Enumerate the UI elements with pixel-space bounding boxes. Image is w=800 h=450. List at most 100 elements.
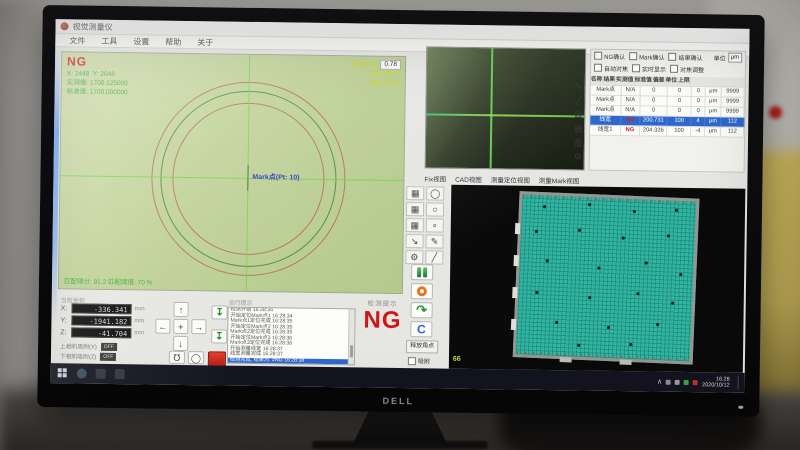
drop-to-position-button-2[interactable]: ↧ <box>211 329 227 343</box>
checkbox-box[interactable] <box>594 64 602 72</box>
ellipse-tool-icon[interactable]: ◯ <box>426 186 444 200</box>
view-tab[interactable]: 测量Mark视图 <box>539 174 580 185</box>
adsorb-checkbox[interactable]: 吸附 <box>408 356 434 365</box>
checkbox-box[interactable] <box>670 65 678 73</box>
close-icon[interactable]: × <box>572 66 586 78</box>
network-icon[interactable] <box>675 379 680 384</box>
map-dot <box>535 230 538 233</box>
jog-left-button[interactable]: ← <box>155 319 170 334</box>
redo-button[interactable]: ↷ <box>411 302 433 318</box>
start-button[interactable] <box>58 368 68 378</box>
adsorb-x-toggle[interactable]: 上相机吸附(X) OFF <box>60 341 117 351</box>
toggle-label: 上相机吸附(X) <box>60 341 97 351</box>
emergency-stop-soft-button[interactable] <box>208 351 226 366</box>
map-dot <box>543 205 546 208</box>
log-list[interactable]: 检测开始 16:28:34开始定位Mark点1 16:28:34Mark点1定位… <box>227 307 356 366</box>
table-row[interactable]: 线宽1NG204.326100-4μm112 <box>590 126 744 138</box>
log-scrollbar-thumb[interactable] <box>350 345 353 357</box>
show-desktop-button[interactable] <box>738 376 739 390</box>
confirm-checkbox[interactable]: NG确认 <box>594 51 625 60</box>
jog-up-button[interactable]: ↑ <box>174 302 189 317</box>
delete-icon[interactable]: ⊠ <box>571 108 585 120</box>
circle-tool-icon[interactable]: ○ <box>426 202 444 216</box>
result-value-ng: NG <box>356 307 408 334</box>
screen: 视觉测量仪 文件工具设置帮助关于 Mark点(Pt: 10) NG X: 244… <box>51 19 750 393</box>
pen-tool-icon[interactable]: ✎ <box>425 234 443 248</box>
light-ring-button[interactable]: ◯ <box>188 351 204 364</box>
grid-array3-icon[interactable]: ▦ <box>406 218 424 232</box>
rotate-icon[interactable]: ↺ <box>572 52 586 64</box>
die-count: 66 <box>453 356 461 363</box>
search-icon[interactable] <box>77 368 87 378</box>
checkbox-box[interactable] <box>632 64 640 72</box>
app-taskbar-icon[interactable] <box>115 369 125 379</box>
drop-to-position-button[interactable]: ↧ <box>211 305 227 319</box>
tray-green-icon[interactable] <box>684 379 689 384</box>
map-dot <box>633 210 636 213</box>
jog-center-button[interactable]: + <box>173 319 188 334</box>
move-tool-icon[interactable]: ↘ <box>405 234 423 248</box>
table-header-cell: 标准值 <box>634 76 653 85</box>
jog-right-button[interactable]: → <box>191 319 206 334</box>
camera-result-ng: NG <box>67 54 87 68</box>
point-tool-icon[interactable]: ∘ <box>426 218 444 232</box>
checkbox-box[interactable] <box>668 53 676 61</box>
load-image-icon[interactable]: ▤ <box>571 122 585 134</box>
unit-select[interactable]: μm <box>728 53 743 63</box>
option-checkbox[interactable]: 实时显示 <box>632 64 666 73</box>
jog-down-button[interactable]: ↓ <box>173 336 188 351</box>
toggle-state[interactable]: OFF <box>101 342 117 350</box>
map-dot <box>645 262 648 265</box>
wafer-map-panel[interactable]: 66 <box>449 185 746 373</box>
main-camera-view[interactable]: Mark点(Pt: 10) NG X: 2448 Y: 2048 实测值: 17… <box>58 51 406 294</box>
zoom-ratio-value[interactable]: 0.78 <box>380 60 401 70</box>
map-ruler-bottom <box>516 351 690 361</box>
adsorb-z-toggle[interactable]: 下相机吸附(Z)OFF <box>60 351 117 361</box>
view-tabs: Fix视图 CAD视图测量定位视图测量Mark视图 <box>424 172 579 185</box>
release-corner-button[interactable]: 释放角点 <box>406 340 438 353</box>
cycle-button[interactable]: C <box>410 321 432 337</box>
tray-icon[interactable] <box>666 379 671 384</box>
log-entry[interactable]: 检测完成, 结果为: #NG 16:28:38 <box>228 357 354 364</box>
pause-button[interactable] <box>411 264 433 280</box>
map-dot <box>637 292 640 295</box>
axis-value-display: -1941.182 <box>71 315 131 326</box>
sub-camera-view[interactable] <box>425 46 587 170</box>
wafer-map[interactable] <box>513 191 700 364</box>
option-checkbox[interactable]: 对焦调整 <box>670 64 704 73</box>
check-row-2: 自动对焦实时显示对焦调整 <box>591 62 745 76</box>
system-tray: ∧ 16:28 2020/10/12 <box>657 375 745 390</box>
edit-icon[interactable]: ✎ <box>572 80 586 92</box>
file-explorer-icon[interactable] <box>96 369 106 379</box>
taskbar-clock[interactable]: 16:28 2020/10/12 <box>702 376 730 389</box>
menu-item[interactable]: 设置 <box>125 36 157 47</box>
confirm-checkbox[interactable]: 结果确认 <box>668 52 702 61</box>
option-checkbox[interactable]: 自动对焦 <box>594 63 628 72</box>
checkbox-box[interactable] <box>629 52 637 60</box>
checkbox-box[interactable] <box>594 52 602 60</box>
vacuum-button[interactable]: ℧ <box>169 351 185 364</box>
view-tab[interactable]: CAD视图 <box>455 173 482 183</box>
settings-gear-icon[interactable]: ⚙ <box>571 150 585 162</box>
checkbox-box[interactable] <box>408 357 416 365</box>
grid-array2-icon[interactable]: ▦ <box>406 202 424 216</box>
toggle-state[interactable]: OFF <box>100 352 116 360</box>
stop-button[interactable] <box>411 283 433 299</box>
menu-item[interactable]: 帮助 <box>157 36 189 47</box>
view-tab[interactable]: 测量定位视图 <box>491 174 530 185</box>
save-image-icon[interactable]: ▥ <box>571 136 585 148</box>
menu-item[interactable]: 关于 <box>189 37 221 48</box>
gear-tool-icon[interactable]: ⚙ <box>405 250 423 264</box>
tray-red-icon[interactable] <box>693 380 698 385</box>
map-dot <box>598 266 601 269</box>
view-tab[interactable]: Fix视图 <box>424 173 446 183</box>
confirm-checkbox[interactable]: Mark确认 <box>629 52 664 61</box>
table-header-cell: 偏差 <box>653 77 666 86</box>
log-scrollbar[interactable] <box>348 309 355 364</box>
slash-tool-icon[interactable]: ╱ <box>425 250 443 264</box>
line-tool-icon[interactable]: ╱ <box>571 94 585 106</box>
tray-expand-icon[interactable]: ∧ <box>657 378 662 386</box>
grid-array-icon[interactable]: ▦ <box>406 186 424 200</box>
menu-item[interactable]: 文件 <box>61 35 93 46</box>
menu-item[interactable]: 工具 <box>93 35 125 46</box>
